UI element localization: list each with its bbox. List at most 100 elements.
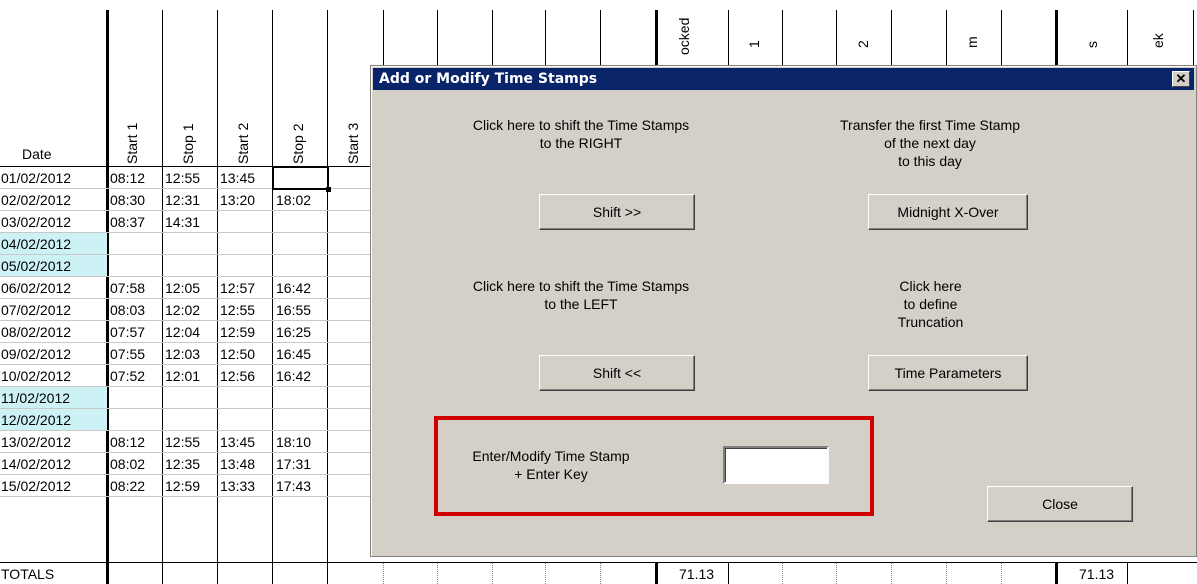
start2-cell[interactable]: 13:33 (220, 475, 255, 497)
shift-left-description: Click here to shift the Time Stamps to t… (431, 277, 731, 313)
stop2-cell[interactable]: 18:10 (276, 431, 311, 453)
grid-line (728, 10, 729, 70)
start1-cell[interactable]: 07:52 (110, 365, 145, 387)
stop1-cell[interactable]: 12:59 (165, 475, 200, 497)
date-cell[interactable]: 06/02/2012 (0, 277, 107, 299)
midnight-crossover-button[interactable]: Midnight X-Over (868, 194, 1028, 230)
column-header-start3[interactable]: Start 3 (345, 104, 363, 164)
stop2-cell[interactable]: 16:42 (276, 365, 311, 387)
stop2-cell[interactable]: 17:31 (276, 453, 311, 475)
stop1-cell[interactable]: 14:31 (165, 211, 200, 233)
start1-cell[interactable]: 07:57 (110, 321, 145, 343)
start1-cell[interactable]: 08:02 (110, 453, 145, 475)
start2-cell[interactable]: 13:20 (220, 189, 255, 211)
grid-line (492, 562, 493, 584)
date-cell[interactable]: 09/02/2012 (0, 343, 107, 365)
grid-line (437, 10, 438, 70)
totals-divider (0, 562, 1197, 563)
date-cell[interactable]: 10/02/2012 (0, 365, 107, 387)
dialog-titlebar[interactable]: Add or Modify Time Stamps ✕ (373, 68, 1194, 90)
truncation-desc-line: Truncation (897, 314, 964, 330)
time-stamps-dialog: Add or Modify Time Stamps ✕ Click here t… (370, 65, 1197, 557)
stop1-cell[interactable]: 12:01 (165, 365, 200, 387)
date-cell[interactable]: 07/02/2012 (0, 299, 107, 321)
active-cell[interactable] (272, 166, 329, 190)
start1-cell[interactable]: 08:12 (110, 167, 145, 189)
date-cell[interactable]: 05/02/2012 (0, 255, 107, 277)
column-header-s[interactable]: s (1084, 28, 1102, 48)
shift-right-button[interactable]: Shift >> (539, 194, 695, 230)
start1-cell[interactable]: 07:58 (110, 277, 145, 299)
grid-line (728, 562, 729, 584)
start2-cell[interactable]: 13:45 (220, 167, 255, 189)
stop1-cell[interactable]: 12:02 (165, 299, 200, 321)
date-cell[interactable]: 02/02/2012 (0, 189, 107, 211)
date-cell[interactable]: 03/02/2012 (0, 211, 107, 233)
shift-left-button[interactable]: Shift << (539, 355, 695, 391)
start1-cell[interactable]: 08:37 (110, 211, 145, 233)
start2-cell[interactable]: 12:50 (220, 343, 255, 365)
stop1-cell[interactable]: 12:31 (165, 189, 200, 211)
column-header-start2[interactable]: Start 2 (235, 104, 253, 164)
date-cell[interactable]: 08/02/2012 (0, 321, 107, 343)
totals-label[interactable]: TOTALS (1, 563, 54, 584)
stop2-cell[interactable]: 16:42 (276, 277, 311, 299)
start2-cell[interactable]: 12:57 (220, 277, 255, 299)
column-header-ek[interactable]: ek (1150, 18, 1168, 48)
stop1-cell[interactable]: 12:35 (165, 453, 200, 475)
grid-line (1055, 562, 1058, 584)
shift-left-desc-line: Click here to shift the Time Stamps (472, 278, 690, 294)
date-cell[interactable]: 13/02/2012 (0, 431, 107, 453)
start2-cell[interactable]: 12:56 (220, 365, 255, 387)
start2-cell[interactable]: 13:45 (220, 431, 255, 453)
column-header-m[interactable]: m (964, 28, 982, 48)
date-cell[interactable]: 04/02/2012 (0, 233, 107, 255)
grid-line (492, 10, 493, 70)
start1-cell[interactable]: 08:22 (110, 475, 145, 497)
column-header-clocked[interactable]: ocked (676, 5, 694, 55)
stop2-cell[interactable]: 17:43 (276, 475, 311, 497)
stop1-cell[interactable]: 12:03 (165, 343, 200, 365)
column-header-1[interactable]: 1 (746, 28, 764, 48)
close-icon[interactable]: ✕ (1172, 71, 1190, 87)
start2-cell[interactable]: 12:55 (220, 299, 255, 321)
start2-cell[interactable]: 12:59 (220, 321, 255, 343)
time-parameters-button[interactable]: Time Parameters (868, 355, 1028, 391)
stop2-cell[interactable]: 16:55 (276, 299, 311, 321)
grid-line (655, 10, 658, 70)
truncation-desc-line: Click here (899, 278, 962, 294)
stop1-cell[interactable]: 12:05 (165, 277, 200, 299)
start1-cell[interactable]: 08:12 (110, 431, 145, 453)
column-header-stop2[interactable]: Stop 2 (290, 104, 308, 164)
grid-line (1001, 562, 1002, 584)
stop2-cell[interactable]: 16:45 (276, 343, 311, 365)
date-cell[interactable]: 01/02/2012 (0, 167, 107, 189)
column-header-start1[interactable]: Start 1 (124, 104, 142, 164)
stop2-cell[interactable]: 18:02 (276, 189, 311, 211)
start1-cell[interactable]: 08:03 (110, 299, 145, 321)
stop1-cell[interactable]: 12:55 (165, 167, 200, 189)
date-cell[interactable]: 12/02/2012 (0, 409, 107, 431)
grid-line (782, 10, 783, 70)
stop2-cell[interactable]: 16:25 (276, 321, 311, 343)
grid-line (600, 10, 601, 70)
close-button[interactable]: Close (987, 486, 1133, 522)
date-cell[interactable]: 14/02/2012 (0, 453, 107, 475)
stop1-cell[interactable]: 12:55 (165, 431, 200, 453)
totals-clocked[interactable]: 71.13 (679, 563, 714, 584)
start1-cell[interactable]: 07:55 (110, 343, 145, 365)
start2-cell[interactable]: 13:48 (220, 453, 255, 475)
date-cell[interactable]: 15/02/2012 (0, 475, 107, 497)
timestamp-input[interactable] (723, 446, 829, 484)
fill-handle[interactable] (326, 187, 331, 192)
column-header-stop1[interactable]: Stop 1 (180, 104, 198, 164)
totals-s[interactable]: 71.13 (1079, 563, 1114, 584)
grid-line (1055, 10, 1058, 70)
grid-line (1001, 10, 1002, 70)
stop1-cell[interactable]: 12:04 (165, 321, 200, 343)
column-header-2[interactable]: 2 (855, 28, 873, 48)
grid-line (782, 562, 783, 584)
column-header-date[interactable]: Date (22, 143, 52, 165)
start1-cell[interactable]: 08:30 (110, 189, 145, 211)
date-cell[interactable]: 11/02/2012 (0, 387, 107, 409)
